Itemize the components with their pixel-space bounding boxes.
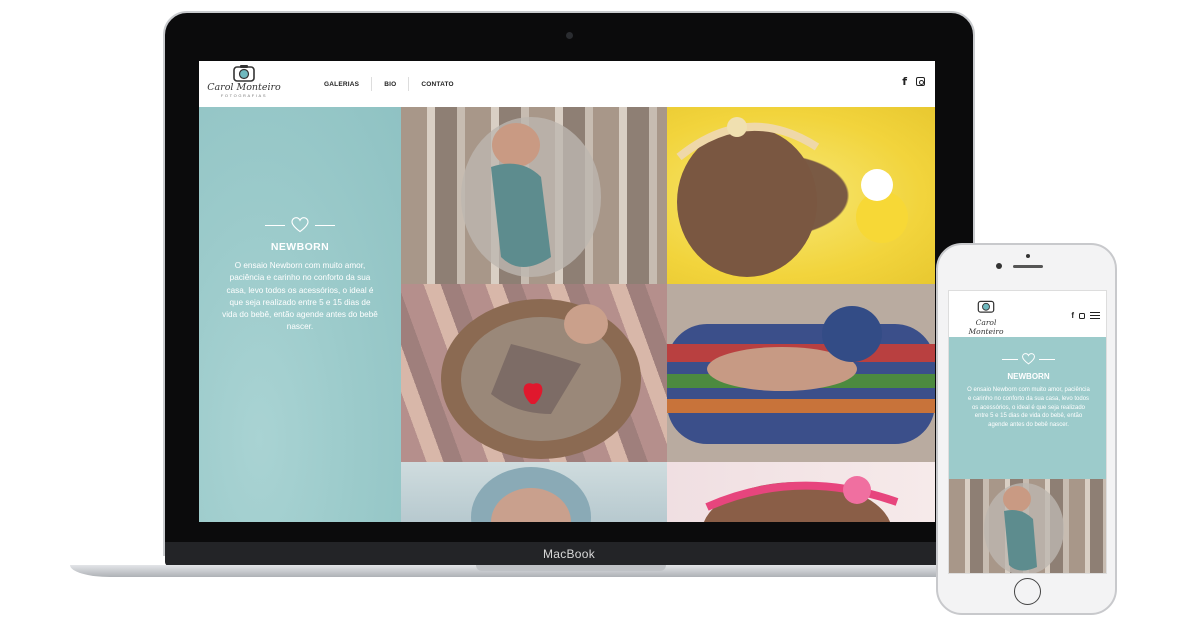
- social-links: f: [902, 75, 925, 88]
- camera-icon: [233, 65, 255, 82]
- phone-sensor: [1026, 254, 1030, 258]
- nav-item-galerias[interactable]: GALERIAS: [312, 81, 371, 88]
- gallery-photo[interactable]: [667, 107, 935, 284]
- photo-gallery: [401, 107, 935, 522]
- logo-subtitle: FOTOGRAFIAS: [220, 93, 268, 98]
- site-header: Carol Monteiro FOTOGRAFIAS GALERIAS BIO …: [199, 61, 935, 107]
- site-logo[interactable]: Carol Monteiro FOTOGRAFIAS: [207, 64, 281, 104]
- divider-line: [265, 224, 285, 226]
- heart-icon: [1022, 353, 1035, 365]
- facebook-icon[interactable]: f: [902, 75, 907, 88]
- phone-speaker: [1013, 265, 1043, 268]
- mobile-header-icons: f: [1071, 311, 1100, 320]
- mobile-header: Carol Monteiro FOTOGRAFIAS f: [949, 291, 1106, 340]
- laptop-camera: [566, 32, 573, 39]
- mobile-newborn-panel: NEWBORN O ensaio Newborn com muito amor,…: [949, 337, 1106, 479]
- heart-divider: [199, 217, 401, 233]
- nav-item-bio[interactable]: BIO: [372, 81, 408, 88]
- phone-screen: Carol Monteiro FOTOGRAFIAS f NEWBORN O e…: [948, 290, 1107, 574]
- divider-line: [1002, 358, 1018, 360]
- logo-name: Carol Monteiro: [207, 82, 281, 93]
- newborn-panel-content: NEWBORN O ensaio Newborn com muito amor,…: [199, 217, 401, 334]
- laptop-screen: Carol Monteiro FOTOGRAFIAS GALERIAS BIO …: [199, 61, 935, 522]
- mobile-gallery-photo[interactable]: [949, 479, 1106, 573]
- gallery-photo[interactable]: [401, 284, 667, 462]
- divider-line: [315, 224, 335, 226]
- phone-device: Carol Monteiro FOTOGRAFIAS f NEWBORN O e…: [936, 243, 1117, 615]
- newborn-photo-image: [984, 483, 1064, 573]
- newborn-panel: NEWBORN O ensaio Newborn com muito amor,…: [199, 107, 401, 522]
- laptop-notch: [476, 565, 666, 571]
- divider-line: [1039, 358, 1055, 360]
- mobile-panel-description: O ensaio Newborn com muito amor, paciênc…: [967, 387, 1090, 429]
- instagram-icon[interactable]: [1079, 312, 1085, 319]
- phone-front-camera: [996, 263, 1002, 269]
- mobile-logo[interactable]: Carol Monteiro FOTOGRAFIAS: [957, 299, 1015, 340]
- camera-icon: [977, 300, 995, 313]
- newborn-photo-image: [667, 306, 935, 444]
- main-nav: GALERIAS BIO CONTATO: [312, 77, 466, 91]
- newborn-photo-image: [461, 117, 601, 277]
- panel-description: O ensaio Newborn com muito amor, paciênc…: [222, 261, 378, 332]
- mobile-logo-name: Carol Monteiro: [968, 318, 1004, 336]
- hamburger-menu-icon[interactable]: [1090, 312, 1100, 319]
- heart-icon: [291, 217, 309, 233]
- newborn-photo-image: [441, 299, 641, 459]
- newborn-photo-image: [676, 117, 908, 277]
- phone-home-button[interactable]: [1014, 578, 1041, 605]
- gallery-photo[interactable]: [401, 462, 667, 522]
- mobile-panel-title: NEWBORN: [1007, 372, 1050, 381]
- laptop-brand-label: MacBook: [542, 547, 596, 561]
- newborn-photo-image: [471, 467, 591, 522]
- panel-title: NEWBORN: [270, 241, 330, 253]
- gallery-photo[interactable]: [401, 107, 667, 284]
- laptop-chin: MacBook: [165, 542, 973, 566]
- heart-divider: [949, 353, 1106, 365]
- facebook-icon[interactable]: f: [1071, 311, 1074, 320]
- gallery-photo[interactable]: [667, 462, 935, 522]
- instagram-icon[interactable]: [916, 77, 925, 86]
- nav-item-contato[interactable]: CONTATO: [409, 81, 465, 88]
- newborn-photo-image: [703, 476, 899, 522]
- gallery-photo[interactable]: [667, 284, 935, 462]
